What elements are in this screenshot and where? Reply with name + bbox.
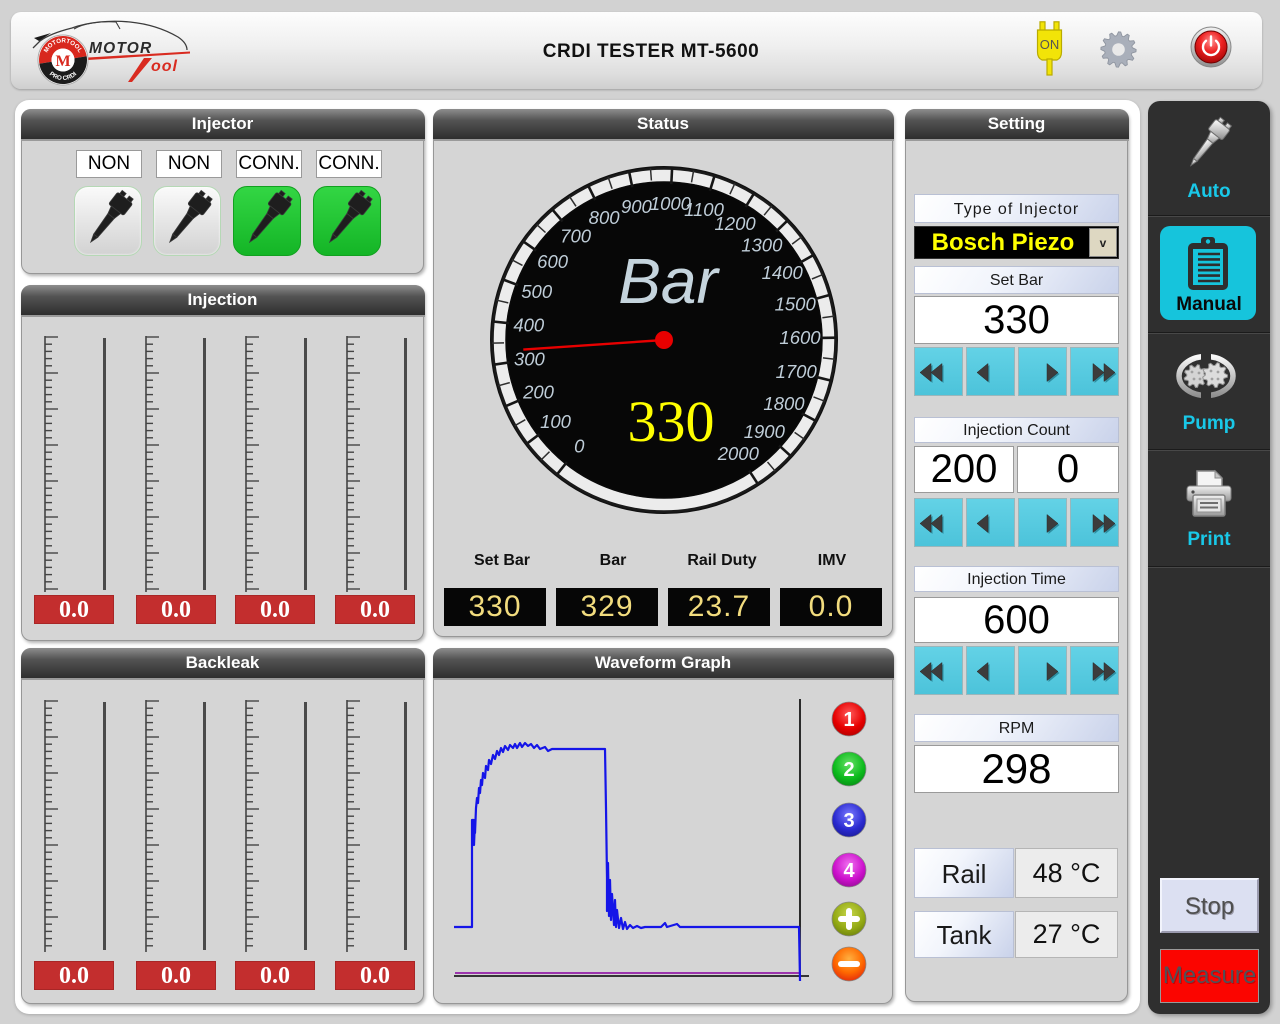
svg-text:2000: 2000 [717,443,760,464]
svg-text:300: 300 [514,349,546,370]
svg-text:1700: 1700 [776,361,818,382]
svg-text:1200: 1200 [715,213,757,234]
svg-text:1600: 1600 [779,327,821,348]
svg-text:Bar: Bar [618,245,720,317]
svg-text:1300: 1300 [741,235,783,256]
svg-text:M: M [55,53,70,70]
svg-text:1400: 1400 [762,262,804,283]
svg-text:100: 100 [540,411,572,432]
svg-text:700: 700 [560,226,592,247]
svg-text:3: 3 [843,810,854,832]
svg-text:800: 800 [589,207,621,228]
svg-text:ool: ool [151,58,178,75]
svg-text:400: 400 [513,314,545,335]
svg-text:600: 600 [537,251,569,272]
svg-text:4: 4 [843,860,855,882]
svg-text:200: 200 [522,381,555,402]
svg-text:MOTOR: MOTOR [89,40,152,57]
svg-text:2: 2 [843,759,854,781]
svg-text:ON: ON [1040,37,1060,52]
svg-text:1500: 1500 [775,293,817,314]
svg-text:0: 0 [574,435,585,456]
svg-text:330: 330 [628,389,715,454]
svg-text:1800: 1800 [763,393,805,414]
svg-text:500: 500 [521,281,553,302]
svg-text:900: 900 [621,196,653,217]
svg-text:1900: 1900 [744,421,786,442]
svg-text:1: 1 [843,709,854,731]
